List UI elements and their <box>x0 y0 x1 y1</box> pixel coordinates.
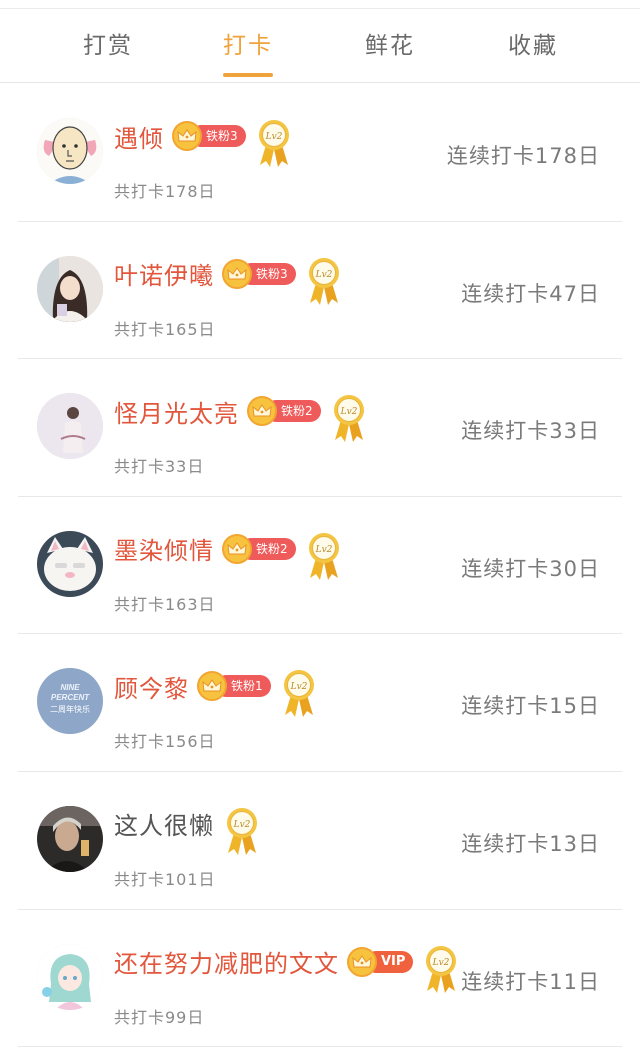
user-name[interactable]: 怪月光太亮 <box>114 394 239 429</box>
fan-level-badge: 铁粉2 <box>247 396 321 427</box>
tab-reward[interactable]: 打赏 <box>38 9 178 83</box>
svg-text:二周年快乐: 二周年快乐 <box>50 704 90 714</box>
streak-checkin-days: 连续打卡13日 <box>461 831 600 856</box>
svg-text:NINE: NINE <box>60 683 80 692</box>
user-info: 这人很懒 Lv2 <box>114 806 260 855</box>
total-checkin-days: 共打卡156日 <box>114 732 216 752</box>
checkin-list: 遇倾 铁粉3 Lv2 共打卡178日 连续打卡178日 叶诺伊曦 铁粉3 Lv2 共打卡165日… <box>0 84 640 1048</box>
streak-checkin-days: 连续打卡47日 <box>461 281 600 306</box>
tab-checkin[interactable]: 打卡 <box>178 9 318 83</box>
user-name[interactable]: 这人很懒 <box>114 806 214 841</box>
lv2-gold-medal-icon: Lv2 <box>306 257 342 307</box>
checkin-row[interactable]: 叶诺伊曦 铁粉3 Lv2 共打卡165日 连续打卡47日 <box>0 222 640 360</box>
user-info: 还在努力减肥的文文 VIP Lv2 <box>114 944 459 993</box>
checkin-row[interactable]: 这人很懒 Lv2 共打卡101日 连续打卡13日 <box>0 772 640 910</box>
checkin-row[interactable]: 怪月光太亮 铁粉2 Lv2 共打卡33日 连续打卡33日 <box>0 359 640 497</box>
medal-level: Lv2 <box>233 820 251 830</box>
fan-level-badge: 铁粉1 <box>197 671 271 702</box>
checkin-row[interactable]: 还在努力减肥的文文 VIP Lv2 共打卡99日 连续打卡11日 <box>0 910 640 1048</box>
medal-level: Lv2 <box>264 132 282 142</box>
medal-level: Lv2 <box>314 270 332 280</box>
user-name[interactable]: 叶诺伊曦 <box>114 256 214 291</box>
lv2-gold-medal-icon: Lv2 <box>306 532 342 582</box>
fan-level-badge: 铁粉2 <box>222 533 296 564</box>
streak-checkin-days: 连续打卡11日 <box>461 969 600 994</box>
crown-icon <box>247 396 277 427</box>
lv2-gold-medal-icon: Lv2 <box>281 669 317 719</box>
streak-checkin-days: 连续打卡15日 <box>461 694 600 719</box>
user-info: 遇倾 铁粉3 Lv2 <box>114 118 292 167</box>
checkin-row[interactable]: 遇倾 铁粉3 Lv2 共打卡178日 连续打卡178日 <box>0 84 640 222</box>
checkin-row[interactable]: NINE PERCENT 二周年快乐 顾今黎 铁粉1 Lv2 共打卡156日 连续打卡15日 <box>0 634 640 772</box>
avatar[interactable]: NINE PERCENT 二周年快乐 <box>37 668 103 735</box>
total-checkin-days: 共打卡99日 <box>114 1007 205 1027</box>
medal-level: Lv2 <box>314 545 332 555</box>
total-checkin-days: 共打卡178日 <box>114 182 216 201</box>
medal-level: Lv2 <box>432 958 450 968</box>
streak-checkin-days: 连续打卡178日 <box>446 144 600 168</box>
streak-checkin-days: 连续打卡30日 <box>461 556 600 581</box>
crown-icon <box>347 946 377 977</box>
avatar[interactable] <box>37 530 103 597</box>
avatar[interactable] <box>37 118 103 184</box>
total-checkin-days: 共打卡101日 <box>114 869 216 889</box>
lv2-gold-medal-icon: Lv2 <box>331 394 367 444</box>
avatar[interactable] <box>37 393 103 460</box>
user-info: 顾今黎 铁粉1 Lv2 <box>114 668 317 718</box>
lv2-gold-medal-icon: Lv2 <box>256 119 292 169</box>
fan-level-badge: 铁粉3 <box>172 121 246 151</box>
tab-underline <box>223 73 273 77</box>
fan-level-badge: 铁粉3 <box>222 258 296 289</box>
crown-icon <box>222 258 252 289</box>
tab-flowers[interactable]: 鲜花 <box>320 9 460 83</box>
crown-icon <box>172 121 202 151</box>
user-name[interactable]: 顾今黎 <box>114 669 189 704</box>
lv2-gold-medal-icon: Lv2 <box>224 807 260 857</box>
streak-checkin-days: 连续打卡33日 <box>461 419 600 444</box>
user-name[interactable]: 墨染倾情 <box>114 531 214 566</box>
row-divider <box>18 1046 622 1048</box>
user-name[interactable]: 还在努力减肥的文文 <box>114 944 339 979</box>
total-checkin-days: 共打卡163日 <box>114 594 216 614</box>
tab-favorites[interactable]: 收藏 <box>463 9 603 83</box>
crown-icon <box>197 671 227 702</box>
user-name[interactable]: 遇倾 <box>114 119 164 154</box>
tab-bar: 打赏 打卡 鲜花 收藏 <box>0 9 640 83</box>
medal-level: Lv2 <box>339 407 357 417</box>
user-info: 怪月光太亮 铁粉2 Lv2 <box>114 393 367 443</box>
checkin-row[interactable]: 墨染倾情 铁粉2 Lv2 共打卡163日 连续打卡30日 <box>0 497 640 635</box>
user-info: 叶诺伊曦 铁粉3 Lv2 <box>114 256 342 305</box>
user-info: 墨染倾情 铁粉2 Lv2 <box>114 531 342 580</box>
avatar[interactable] <box>37 805 103 872</box>
medal-level: Lv2 <box>289 682 307 692</box>
avatar[interactable] <box>37 255 103 322</box>
vip-badge: VIP <box>347 946 414 977</box>
total-checkin-days: 共打卡33日 <box>114 457 205 477</box>
avatar[interactable] <box>37 943 103 1010</box>
total-checkin-days: 共打卡165日 <box>114 319 216 339</box>
lv2-gold-medal-icon: Lv2 <box>423 945 459 995</box>
svg-text:PERCENT: PERCENT <box>51 693 90 702</box>
crown-icon <box>222 533 252 564</box>
